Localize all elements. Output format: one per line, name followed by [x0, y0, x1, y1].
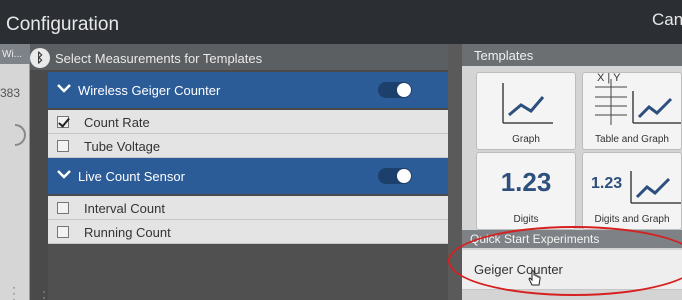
- template-label: Table and Graph: [595, 134, 669, 145]
- sensor-toggle[interactable]: [378, 82, 412, 98]
- window-title: Configuration: [6, 14, 120, 35]
- left-strip-header-text: Wi...: [2, 49, 22, 60]
- checkbox[interactable]: [57, 202, 69, 214]
- sensor-name: Live Count Sensor: [78, 169, 185, 184]
- template-tile-table-graph[interactable]: X | Y Table and Graph: [582, 72, 682, 150]
- empty-list-area: [48, 244, 448, 300]
- more-icon[interactable]: ···: [42, 285, 46, 300]
- left-strip-value: 383: [0, 86, 21, 100]
- graph-icon: [502, 83, 553, 124]
- measurement-label: Count Rate: [84, 115, 150, 130]
- measurement-row-interval-count[interactable]: Interval Count: [48, 196, 448, 220]
- toggle-knob: [397, 169, 411, 183]
- chevron-down-icon[interactable]: [56, 80, 72, 96]
- sensor-header-live-count-sensor[interactable]: Live Count Sensor: [48, 158, 448, 194]
- chevron-down-icon[interactable]: [56, 166, 72, 182]
- checkbox-checked[interactable]: [57, 116, 69, 128]
- template-label: Digits: [513, 214, 539, 225]
- configuration-screen: Configuration Cancel Wi... 383 ··· ᛒ Sel…: [0, 0, 682, 300]
- measurements-panel: ᛒ Select Measurements for Templates Wire…: [30, 44, 448, 300]
- sensor-header-wireless-geiger-counter[interactable]: Wireless Geiger Counter: [48, 72, 448, 108]
- template-tile-graph[interactable]: Graph: [476, 72, 576, 150]
- table-header-text: X | Y: [597, 72, 621, 84]
- bluetooth-icon[interactable]: ᛒ: [30, 48, 50, 68]
- template-label: Digits and Graph: [594, 214, 670, 225]
- left-strip: Wi... 383 · · ·: [0, 44, 30, 300]
- cancel-button[interactable]: Cancel: [652, 10, 682, 30]
- measurements-panel-title: Select Measurements for Templates: [55, 51, 263, 66]
- title-bar: Configuration Cancel: [0, 0, 682, 44]
- template-tile-digits-graph[interactable]: 1.23 Digits and Graph: [582, 152, 682, 230]
- measurement-label: Interval Count: [84, 201, 165, 216]
- digits-graph-icon: [630, 171, 681, 204]
- refresh-icon[interactable]: [15, 124, 26, 146]
- measurement-label: Running Count: [84, 225, 171, 240]
- more-icon[interactable]: ···: [12, 281, 16, 300]
- left-strip-header: Wi...: [0, 44, 30, 64]
- measurements-panel-header: ᛒ Select Measurements for Templates: [30, 44, 448, 70]
- highlight-annotation-circle: [448, 226, 682, 296]
- template-label: Graph: [512, 134, 540, 145]
- measurement-label: Tube Voltage: [84, 139, 161, 154]
- template-tile-digits[interactable]: 1.23 Digits: [476, 152, 576, 230]
- measurement-row-running-count[interactable]: Running Count: [48, 220, 448, 244]
- measurement-row-count-rate[interactable]: Count Rate: [48, 110, 448, 134]
- checkbox[interactable]: [57, 140, 69, 152]
- templates-title: Templates: [474, 48, 534, 63]
- sensor-name: Wireless Geiger Counter: [78, 83, 221, 98]
- toggle-knob: [397, 83, 411, 97]
- measurement-row-tube-voltage[interactable]: Tube Voltage: [48, 134, 448, 158]
- digits-display: 1.23: [500, 167, 552, 197]
- checkbox[interactable]: [57, 226, 69, 238]
- sensor-toggle[interactable]: [378, 168, 412, 184]
- templates-header: Templates: [462, 44, 682, 66]
